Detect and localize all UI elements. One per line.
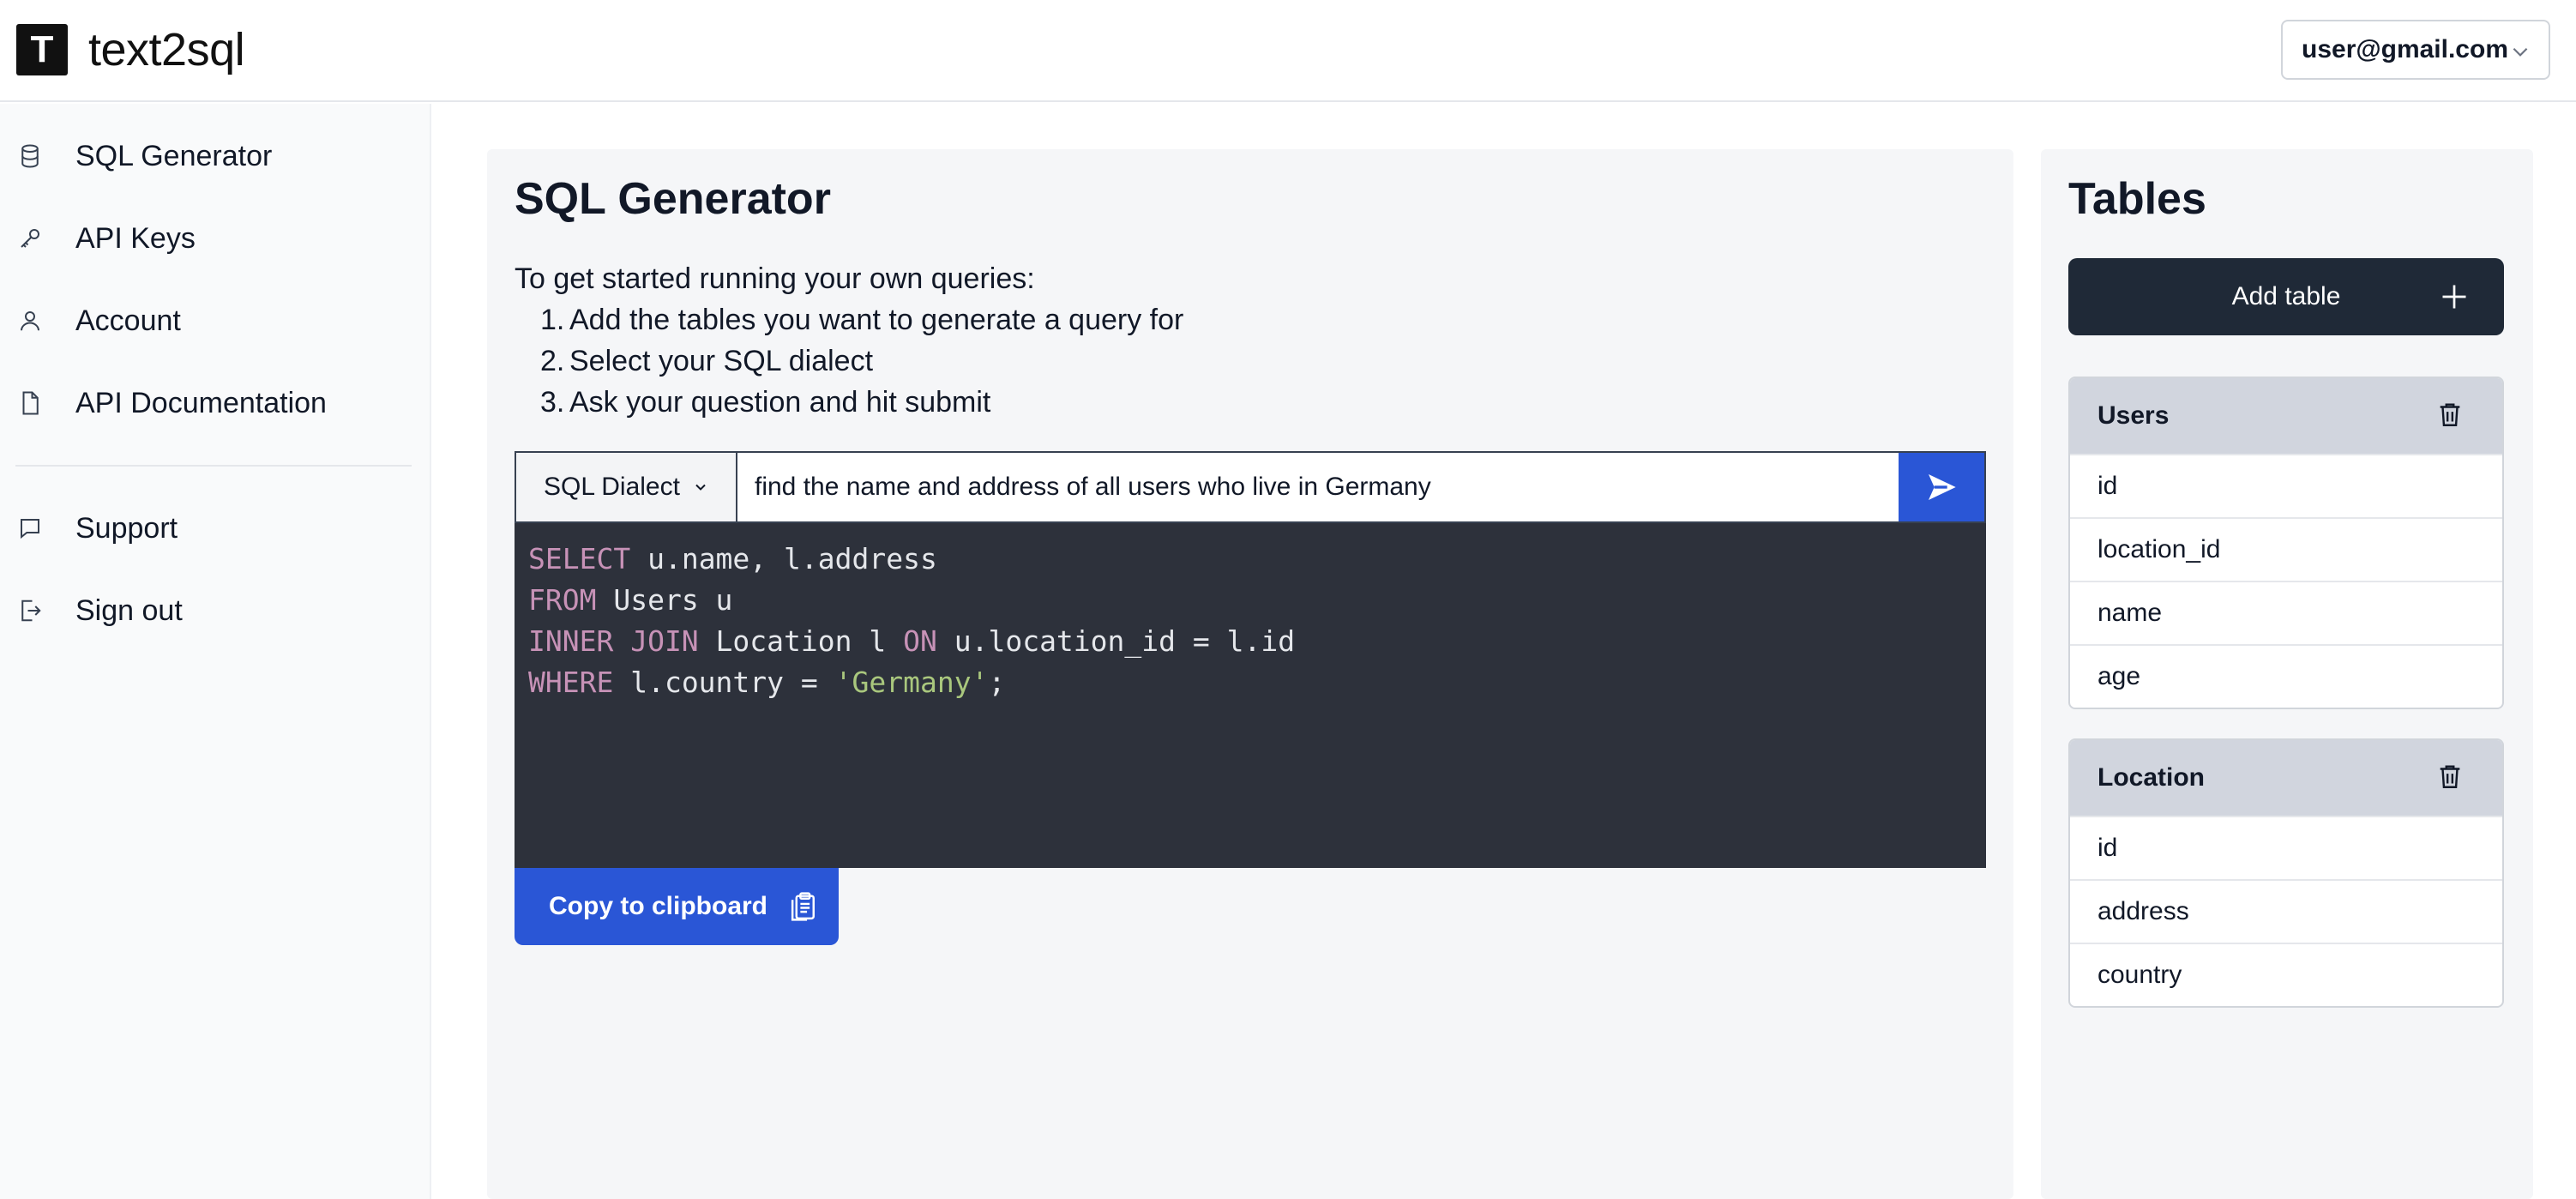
sql-text: ; (988, 666, 1006, 699)
sidebar-item-sql-generator[interactable]: SQL Generator (15, 130, 414, 182)
table-card-header: Users (2070, 378, 2502, 454)
instructions-list: 1. Add the tables you want to generate a … (540, 299, 1183, 423)
plus-icon (2442, 285, 2466, 309)
list-item: 3. Ask your question and hit submit (540, 386, 991, 419)
chevron-down-icon (2513, 47, 2528, 57)
table-column-row: id (2070, 816, 2502, 879)
table-name: Location (2098, 763, 2205, 792)
sidebar-item-api-keys[interactable]: API Keys (15, 213, 414, 264)
code-line: FROM Users u (528, 580, 1972, 621)
add-table-label: Add table (2231, 282, 2341, 310)
table-column-row: address (2070, 879, 2502, 943)
app-title: text2sql (88, 24, 245, 75)
sidebar-item-api-documentation[interactable]: API Documentation (15, 377, 414, 429)
sidebar-item-label: Support (75, 511, 178, 545)
sidebar-item-label: API Documentation (75, 386, 327, 419)
sidebar-item-account[interactable]: Account (15, 295, 414, 346)
intro-text: To get started running your own queries: (515, 262, 1035, 295)
sql-keyword: ON (903, 624, 937, 658)
sql-text: u.name, l.address (630, 542, 937, 575)
code-line: INNER JOIN Location l ON u.location_id =… (528, 621, 1972, 662)
table-name: Users (2098, 401, 2170, 430)
sql-text: l.country = (613, 666, 835, 699)
copy-label: Copy to clipboard (549, 892, 767, 920)
list-item: 2. Select your SQL dialect (540, 345, 874, 377)
tables-panel: Tables Add table Users id location_id na… (2041, 149, 2533, 1199)
sidebar-item-label: Account (75, 304, 181, 337)
user-menu-dropdown[interactable]: user@gmail.com (2281, 20, 2550, 80)
send-icon (1929, 474, 1956, 500)
database-icon (15, 142, 45, 171)
query-bar: SQL Dialect (515, 451, 1986, 523)
sql-text: u.location_id = l.id (936, 624, 1296, 658)
sql-generator-panel: SQL Generator To get started running you… (487, 149, 2013, 1199)
question-input[interactable] (737, 453, 1899, 521)
trash-icon[interactable] (2435, 761, 2465, 792)
trash-icon[interactable] (2435, 399, 2465, 430)
tables-title: Tables (2068, 174, 2206, 224)
sidebar: SQL Generator API Keys Account API Docum… (0, 104, 431, 1199)
sql-text: Location l (698, 624, 904, 658)
chevron-down-icon (695, 484, 706, 491)
copy-to-clipboard-button[interactable]: Copy to clipboard (515, 868, 839, 945)
user-email: user@gmail.com (2302, 35, 2508, 63)
table-column-row: country (2070, 943, 2502, 1006)
sidebar-item-label: Sign out (75, 593, 183, 627)
submit-button[interactable] (1899, 453, 1984, 521)
table-card-header: Location (2070, 740, 2502, 816)
code-line: WHERE l.country = 'Germany'; (528, 662, 1972, 703)
logo: T (16, 24, 68, 75)
sql-keyword: SELECT (528, 542, 631, 575)
add-table-button[interactable]: Add table (2068, 258, 2504, 335)
sign-out-icon (15, 596, 45, 625)
sql-text: Users u (596, 583, 733, 617)
document-icon (15, 389, 45, 418)
sql-string: 'Germany' (834, 666, 989, 699)
sidebar-divider (15, 465, 412, 467)
table-card-location: Location id address country (2068, 738, 2504, 1008)
key-icon (15, 224, 45, 253)
clipboard-icon (791, 892, 816, 921)
table-column-row: age (2070, 644, 2502, 708)
table-column-row: id (2070, 454, 2502, 517)
user-icon (15, 306, 45, 335)
sql-dialect-dropdown[interactable]: SQL Dialect (516, 453, 737, 521)
chat-icon (15, 514, 45, 543)
dialect-label: SQL Dialect (544, 473, 680, 501)
sql-keyword: WHERE (528, 666, 614, 699)
sidebar-item-sign-out[interactable]: Sign out (15, 585, 414, 636)
sidebar-item-label: API Keys (75, 221, 196, 255)
sidebar-item-support[interactable]: Support (15, 503, 414, 554)
code-line: SELECT u.name, l.address (528, 539, 1972, 580)
table-column-row: location_id (2070, 517, 2502, 581)
sql-keyword: FROM (528, 583, 597, 617)
sql-keyword: INNER JOIN (528, 624, 699, 658)
table-card-users: Users id location_id name age (2068, 377, 2504, 709)
sql-output: SELECT u.name, l.address FROM Users u INNE… (515, 523, 1986, 868)
table-column-row: name (2070, 581, 2502, 644)
list-item: 1. Add the tables you want to generate a … (540, 304, 1184, 336)
top-header: T text2sql user@gmail.com (0, 0, 2576, 102)
page-title: SQL Generator (515, 174, 831, 224)
sidebar-item-label: SQL Generator (75, 139, 273, 172)
